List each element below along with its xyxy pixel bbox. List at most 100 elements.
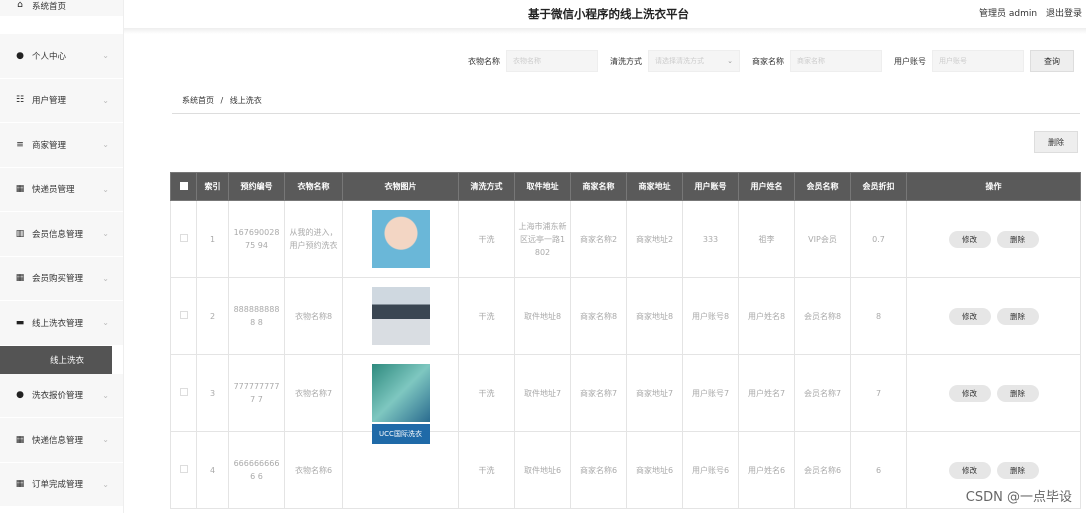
sidebar-item-label: 订单完成管理: [32, 480, 84, 491]
chevron-down-icon: ⌄: [727, 57, 733, 65]
laundry-table: 索引 预约编号 衣物名称 衣物图片 清洗方式 取件地址 商家名称 商家地址 用户账号 用户姓名 会员…: [170, 172, 1081, 509]
grid-icon: ▦: [15, 434, 25, 445]
cell-shop_addr: 商家地址8: [626, 277, 683, 355]
sidebar-item-0[interactable]: ⌂ 系统首页: [0, 0, 123, 17]
cell-code: 8888888888 8: [228, 277, 285, 355]
user-icon: ●: [16, 50, 24, 61]
cell-idx: 1: [196, 200, 229, 278]
select-all-checkbox[interactable]: [179, 181, 188, 190]
row-checkbox[interactable]: [179, 464, 188, 473]
cell-name: 衣物名称8: [284, 277, 343, 355]
cell-name: 衣物名称6: [284, 431, 343, 509]
chevron-down-icon: ⌄: [102, 390, 109, 400]
cell-code: 16769002875 94: [228, 200, 285, 278]
grid-icon: ▦: [15, 273, 25, 284]
breadcrumb-home[interactable]: 系统首页: [182, 96, 214, 105]
wash-method-placeholder: 请选择清洗方式: [655, 57, 704, 65]
sidebar-item-7[interactable]: ▬ 线上洗衣管理 ⌄: [0, 301, 123, 346]
sidebar-item-4[interactable]: ▦ 快递员管理 ⌄: [0, 167, 123, 212]
search-bar: 衣物名称 衣物名称 清洗方式 请选择清洗方式 ⌄ 商家名称 商家名称 用户账号 …: [468, 50, 1074, 72]
clothes-image-cell: [342, 200, 459, 278]
sidebar-item-1[interactable]: ● 个人中心 ⌄: [0, 34, 123, 79]
page-title: 基于微信小程序的线上洗衣平台: [528, 7, 689, 21]
wash-method-select[interactable]: 请选择清洗方式 ⌄: [648, 50, 740, 72]
sidebar-item-6[interactable]: ▦ 会员购买管理 ⌄: [0, 256, 123, 301]
sidebar-item-3[interactable]: ≡ 商家管理 ⌄: [0, 123, 123, 168]
cell-idx: 2: [196, 277, 229, 355]
wash-method-label: 清洗方式: [610, 56, 642, 66]
edit-button[interactable]: 修改: [948, 461, 991, 479]
user-account-input[interactable]: 用户账号: [932, 50, 1024, 72]
table-header-row: 索引 预约编号 衣物名称 衣物图片 清洗方式 取件地址 商家名称 商家地址 用户账号 用户姓名 会员…: [170, 172, 1081, 201]
row-checkbox[interactable]: [179, 233, 188, 242]
chevron-down-icon: ⌄: [102, 140, 109, 150]
sidebar-subitem-online-laundry[interactable]: 线上洗衣: [0, 345, 112, 374]
cell-name: 衣物名称7: [284, 354, 343, 432]
clothes-image: UCC国际洗衣: [371, 423, 430, 444]
column-header: 用户姓名: [738, 172, 795, 201]
cell-addr: 取件地址7: [514, 354, 571, 432]
row-checkbox[interactable]: [179, 387, 188, 396]
cell-vip: 会员名称8: [794, 277, 851, 355]
actions-cell: 修改 删除: [906, 277, 1081, 355]
logout-link[interactable]: 退出登录: [1046, 9, 1082, 19]
column-header: 取件地址: [514, 172, 571, 201]
sidebar-item-10[interactable]: ▦ 订单完成管理 ⌄: [0, 462, 123, 507]
sidebar-item-8[interactable]: ● 洗衣报价管理 ⌄: [0, 373, 123, 418]
cell-shop_addr: 商家地址2: [626, 200, 683, 278]
cell-vip: 会员名称6: [794, 431, 851, 509]
chevron-down-icon: ⌄: [102, 51, 109, 61]
cell-shop_addr: 商家地址6: [626, 431, 683, 509]
cell-acct: 用户账号7: [682, 354, 739, 432]
column-header: 操作: [906, 172, 1081, 201]
chevron-down-icon: ⌄: [102, 479, 109, 489]
cell-disc: 6: [850, 431, 907, 509]
cell-code: 6666666666 6: [228, 431, 285, 509]
column-header: 会员折扣: [850, 172, 907, 201]
sidebar-item-2[interactable]: ☷ 用户管理 ⌄: [0, 78, 123, 123]
sidebar-item-label: 个人中心: [32, 51, 67, 62]
cell-vip: 会员名称7: [794, 354, 851, 432]
row-checkbox[interactable]: [179, 310, 188, 319]
edit-button[interactable]: 修改: [948, 384, 991, 402]
cell-code: 7777777777 7: [228, 354, 285, 432]
batch-delete-button[interactable]: 删除: [1034, 131, 1078, 153]
edit-button[interactable]: 修改: [948, 230, 991, 248]
actions-cell: 修改 删除: [906, 200, 1081, 278]
cell-acct: 用户账号6: [682, 431, 739, 509]
edit-button[interactable]: 修改: [948, 307, 991, 325]
sidebar: ⌂ 系统首页 ● 个人中心 ⌄ ☷ 用户管理 ⌄ ≡ 商家管理 ⌄ ▦ 快递员管理 ⌄ ▥ 会员信息管理 ⌄ ▦ 会…: [0, 0, 124, 513]
shop-name-input[interactable]: 商家名称: [790, 50, 882, 72]
sidebar-item-label: 用户管理: [32, 96, 67, 107]
delete-button[interactable]: 删除: [996, 461, 1039, 479]
chevron-down-icon: ⌄: [102, 229, 109, 239]
chevron-down-icon: ⌄: [102, 273, 109, 283]
cell-wash: 干洗: [458, 277, 515, 355]
sliders-icon: ☷: [15, 95, 25, 106]
column-header: 商家地址: [626, 172, 683, 201]
actions-cell: 修改 删除: [906, 354, 1081, 432]
query-button[interactable]: 查询: [1030, 50, 1074, 72]
grid-icon: ▦: [15, 479, 25, 490]
select-all-header: [170, 172, 197, 201]
clothes-name-input[interactable]: 衣物名称: [506, 50, 598, 72]
sidebar-item-label: 线上洗衣管理: [32, 318, 84, 329]
cell-idx: 3: [196, 354, 229, 432]
cell-addr: 取件地址6: [514, 431, 571, 509]
breadcrumb-divider: [172, 113, 1080, 114]
home-icon: ⌂: [17, 0, 23, 10]
column-header: 商家名称: [570, 172, 627, 201]
table-row: 2 8888888888 8 衣物名称8 干洗 取件地址8 商家名称8 商家地址8 用户账号8…: [170, 277, 1081, 355]
delete-button[interactable]: 删除: [996, 384, 1039, 402]
clothes-image-cell: [342, 354, 459, 432]
sidebar-item-5[interactable]: ▥ 会员信息管理 ⌄: [0, 212, 123, 257]
cell-acct: 用户账号8: [682, 277, 739, 355]
delete-button[interactable]: 删除: [996, 307, 1039, 325]
sidebar-item-9[interactable]: ▦ 快递信息管理 ⌄: [0, 418, 123, 463]
cell-uname: 用户姓名7: [738, 354, 795, 432]
column-header: 衣物图片: [342, 172, 459, 201]
delete-button[interactable]: 删除: [996, 230, 1039, 248]
breadcrumb: 系统首页 / 线上洗衣: [182, 95, 262, 106]
sidebar-item-label: 商家管理: [32, 140, 67, 151]
breadcrumb-current: 线上洗衣: [229, 96, 262, 105]
